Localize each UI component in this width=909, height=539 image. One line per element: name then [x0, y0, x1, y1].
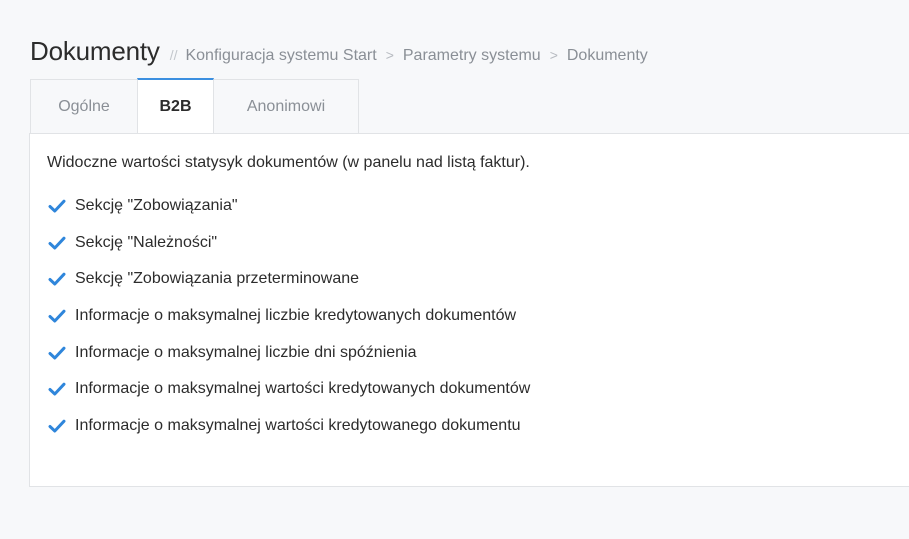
- option-max-wartosc-kredytowanego-dokumentu[interactable]: Informacje o maksymalnej wartości kredyt…: [47, 408, 530, 445]
- option-max-liczba-kredytowanych-dokumentow[interactable]: Informacje o maksymalnej liczbie kredyto…: [47, 298, 530, 335]
- checkbox-option-max-liczba-dni-spoznienia[interactable]: [47, 343, 67, 363]
- breadcrumb-item-parametry[interactable]: Parametry systemu: [403, 47, 541, 65]
- breadcrumb-separator-slash: //: [169, 47, 178, 63]
- check-icon: [48, 419, 66, 433]
- option-label: Informacje o maksymalnej wartości kredyt…: [75, 380, 531, 398]
- option-label: Sekcję "Należności": [75, 233, 218, 251]
- check-icon: [48, 199, 66, 213]
- breadcrumb-separator-chevron: >: [549, 47, 558, 63]
- breadcrumb-item-dokumenty: Dokumenty: [566, 47, 648, 64]
- checkbox-option-max-wartosc-kredytowanych-dokumentow[interactable]: [47, 379, 67, 399]
- check-icon: [48, 236, 66, 250]
- page-header: Dokumenty // Konfiguracja systemu Start …: [30, 36, 648, 67]
- checkbox-option-sekcja-naleznosci[interactable]: [47, 233, 67, 253]
- option-sekcja-zobowiazania[interactable]: Sekcję "Zobowiązania": [47, 188, 530, 225]
- breadcrumb: // Konfiguracja systemu Start > Parametr…: [170, 47, 648, 65]
- breadcrumb-item-konfiguracja[interactable]: Konfiguracja systemu Start: [185, 47, 376, 65]
- section-description: Widoczne wartości statysyk dokumentów (w…: [47, 154, 530, 171]
- check-icon: [48, 273, 66, 286]
- tab-panel-b2b: Widoczne wartości statysyk dokumentów (w…: [29, 133, 909, 487]
- option-label: Informacje o maksymalnej liczbie kredyto…: [75, 307, 517, 325]
- breadcrumb-separator-chevron: >: [385, 47, 394, 63]
- checkbox-option-max-liczba-kredytowanych-dokumentow[interactable]: [47, 306, 67, 326]
- option-max-liczba-dni-spoznienia[interactable]: Informacje o maksymalnej liczbie dni spó…: [47, 334, 530, 371]
- check-icon: [48, 382, 66, 396]
- checkbox-option-sekcja-zobowiazania-przeterminowane[interactable]: [47, 269, 67, 289]
- check-icon: [48, 346, 66, 360]
- options-list: Sekcję "Zobowiązania" Sekcję "Należności"…: [47, 188, 530, 444]
- tab-anonimowi[interactable]: Anonimowi: [213, 79, 359, 133]
- option-label: Informacje o maksymalnej wartości kredyt…: [75, 416, 521, 434]
- option-sekcja-zobowiazania-przeterminowane[interactable]: Sekcję "Zobowiązania przeterminowane: [47, 261, 530, 298]
- checkbox-option-max-wartosc-kredytowanego-dokumentu[interactable]: [47, 416, 67, 436]
- option-max-wartosc-kredytowanych-dokumentow[interactable]: Informacje o maksymalnej wartości kredyt…: [47, 371, 530, 408]
- option-sekcja-naleznosci[interactable]: Sekcję "Należności": [47, 225, 530, 262]
- tab-b2b[interactable]: B2B: [137, 78, 214, 133]
- check-icon: [48, 309, 66, 323]
- checkbox-option-sekcja-zobowiazania[interactable]: [47, 196, 67, 216]
- page-title: Dokumenty: [30, 36, 160, 66]
- page: Dokumenty // Konfiguracja systemu Start …: [0, 0, 909, 539]
- option-label: Sekcję "Zobowiązania": [75, 197, 238, 215]
- option-label: Informacje o maksymalnej liczbie dni spó…: [75, 343, 417, 361]
- tab-bar: Ogólne B2B Anonimowi: [30, 78, 359, 133]
- option-label: Sekcję "Zobowiązania przeterminowane: [75, 270, 360, 288]
- tab-ogolne[interactable]: Ogólne: [30, 79, 138, 133]
